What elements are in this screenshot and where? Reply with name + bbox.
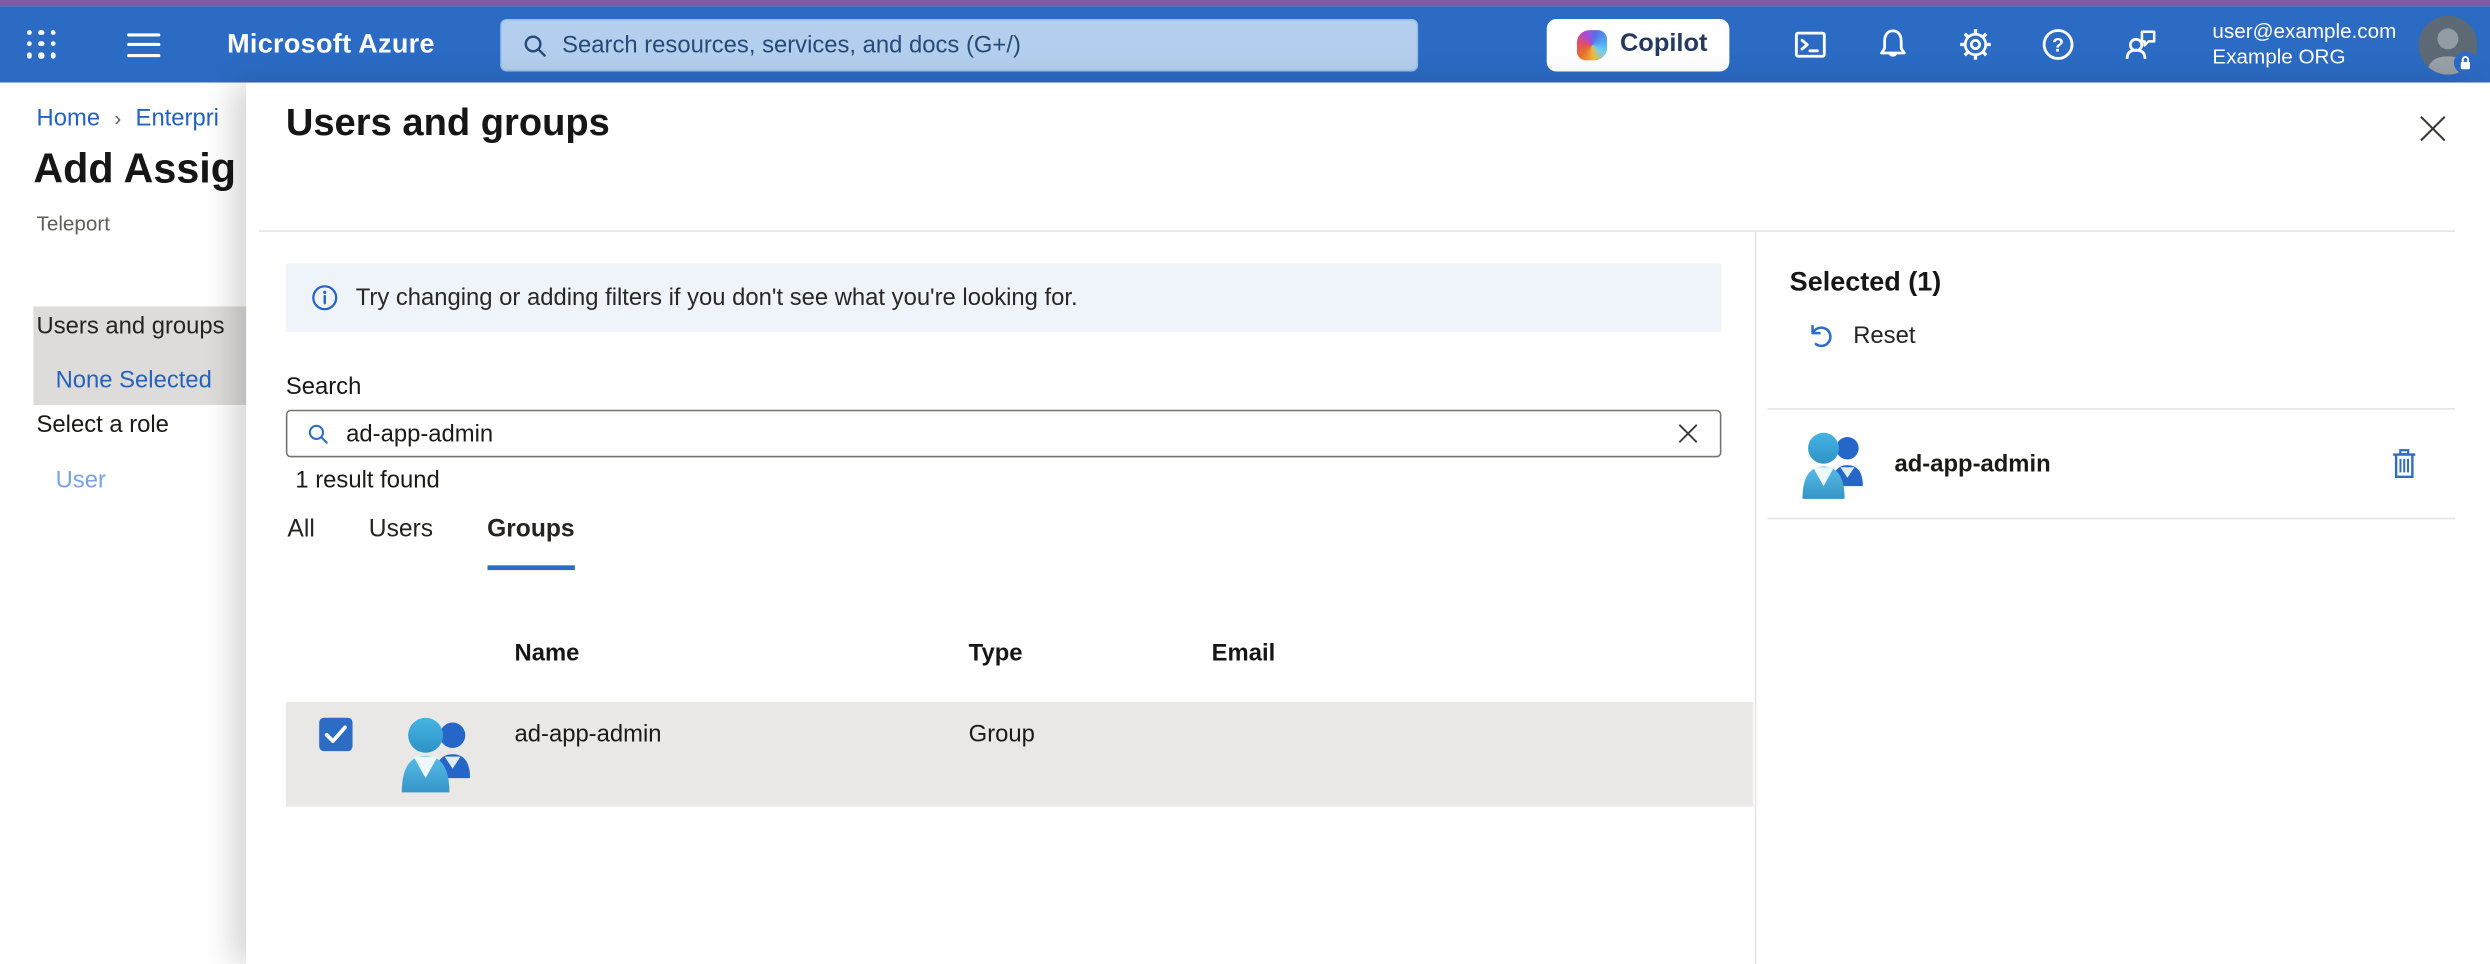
waffle-menu-icon[interactable] <box>27 29 57 59</box>
filter-search-input[interactable]: ad-app-admin <box>286 410 1722 458</box>
group-icon <box>399 711 475 794</box>
search-label: Search <box>286 373 361 400</box>
copilot-label: Copilot <box>1620 30 1707 59</box>
info-banner: Try changing or adding filters if you do… <box>286 264 1722 332</box>
undo-icon <box>1807 322 1834 349</box>
lock-badge-icon <box>2454 50 2477 73</box>
breadcrumb-home-link[interactable]: Home <box>37 105 101 132</box>
users-groups-label: Users and groups <box>37 313 225 340</box>
page-title: Add Assig <box>33 145 236 194</box>
info-icon <box>311 284 338 311</box>
column-header-type: Type <box>969 640 1023 667</box>
tab-all[interactable]: All <box>287 516 314 551</box>
row-type: Group <box>969 721 1035 748</box>
clear-search-icon[interactable] <box>1675 421 1700 446</box>
copilot-button[interactable]: Copilot <box>1547 18 1730 70</box>
page-content: Home › Enterpri Add Assig Teleport Users a… <box>0 83 2490 964</box>
settings-gear-icon[interactable] <box>1958 27 1993 62</box>
users-groups-value-link[interactable]: None Selected <box>56 367 212 394</box>
selected-heading: Selected (1) <box>1790 267 1942 299</box>
global-search-input[interactable]: Search resources, services, and docs (G+… <box>500 19 1418 71</box>
row-checkbox[interactable] <box>319 718 352 751</box>
result-count: 1 result found <box>295 467 439 494</box>
filter-tabs: All Users Groups <box>287 516 628 551</box>
page-subtitle: Teleport <box>37 211 110 235</box>
reset-label: Reset <box>1853 322 1915 349</box>
flyout-main: Try changing or adding filters if you do… <box>286 230 1722 964</box>
search-value: ad-app-admin <box>346 420 1675 447</box>
reset-button[interactable]: Reset <box>1807 322 1915 349</box>
global-search-placeholder: Search resources, services, and docs (G+… <box>562 32 1021 59</box>
close-icon[interactable] <box>2417 113 2449 145</box>
tab-groups[interactable]: Groups <box>487 516 575 551</box>
product-title[interactable]: Microsoft Azure <box>227 29 435 61</box>
account-info[interactable]: user@example.com Example ORG <box>2212 19 2396 70</box>
cloud-shell-icon[interactable] <box>1793 27 1828 62</box>
feedback-icon[interactable] <box>2123 27 2158 62</box>
group-icon <box>1799 427 1867 500</box>
selected-item-name: ad-app-admin <box>1894 450 2388 477</box>
account-email: user@example.com <box>2212 19 2396 44</box>
row-name: ad-app-admin <box>515 721 662 748</box>
role-value-link[interactable]: User <box>56 467 106 494</box>
hamburger-menu-icon[interactable] <box>127 33 160 57</box>
account-org: Example ORG <box>2212 44 2396 69</box>
azure-portal-window: Microsoft Azure Search resources, servic… <box>0 0 2490 964</box>
breadcrumb: Home › Enterpri <box>37 105 219 132</box>
panel-divider <box>1755 232 1757 964</box>
tab-users[interactable]: Users <box>369 516 433 551</box>
breadcrumb-enterprise-link[interactable]: Enterpri <box>136 105 219 132</box>
flyout-title: Users and groups <box>286 102 610 146</box>
search-icon <box>306 422 330 446</box>
column-header-email: Email <box>1212 640 1276 667</box>
svg-text:?: ? <box>2052 34 2064 56</box>
azure-top-bar: Microsoft Azure Search resources, servic… <box>0 6 2490 82</box>
select-role-label: Select a role <box>37 411 169 438</box>
users-groups-flyout: Users and groups Try changing or adding … <box>246 83 2490 964</box>
copilot-icon <box>1577 29 1607 59</box>
table-row[interactable]: ad-app-admin Group <box>286 702 1753 807</box>
breadcrumb-chevron-icon: › <box>114 106 121 130</box>
column-header-name: Name <box>515 640 580 667</box>
info-banner-text: Try changing or adding filters if you do… <box>356 284 1078 311</box>
help-icon[interactable]: ? <box>2041 27 2076 62</box>
search-icon <box>522 33 547 58</box>
avatar[interactable] <box>2419 15 2478 74</box>
selected-item: ad-app-admin <box>1767 408 2455 519</box>
delete-icon[interactable] <box>2388 448 2420 480</box>
top-bar-actions: Copilot <box>1547 6 2481 82</box>
notifications-bell-icon[interactable] <box>1876 27 1911 62</box>
